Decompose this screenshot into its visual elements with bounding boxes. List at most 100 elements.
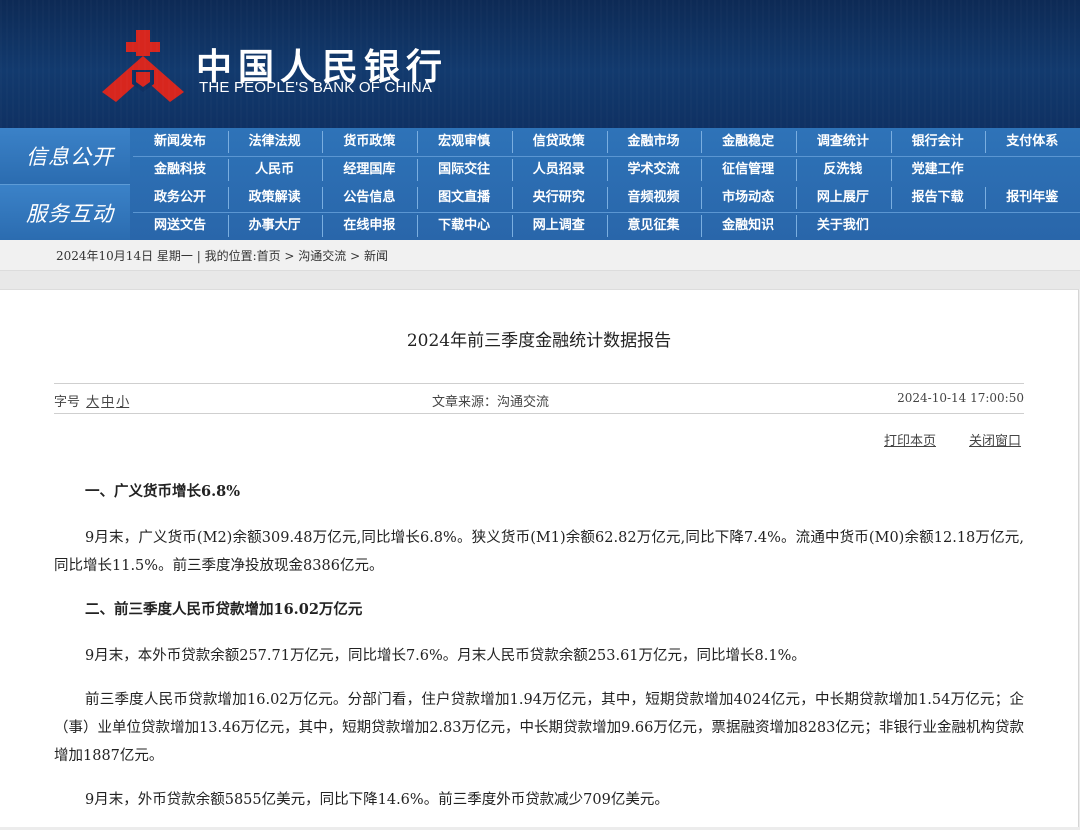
nav-separator — [606, 215, 608, 237]
nav-separator — [417, 215, 419, 237]
nav-separator — [417, 187, 419, 209]
divider — [54, 383, 1024, 384]
divider — [54, 413, 1024, 414]
bank-name-en: THE PEOPLE'S BANK OF CHINA — [199, 79, 433, 96]
nav-separator — [227, 215, 229, 237]
nav-item[interactable]: 金融知识 — [701, 213, 795, 239]
article-paragraph: 前三季度人民币贷款增加16.02万亿元。分部门看，住户贷款增加1.94万亿元，其… — [54, 692, 1024, 764]
nav-separator — [322, 131, 324, 153]
nav-grid: 新闻发布 法律法规 货币政策 宏观审慎 信贷政策 金融市场 金融稳定 调查统计 银行会计 支付体系… — [133, 128, 1080, 240]
nav-item[interactable]: 公告信息 — [322, 185, 416, 211]
nav-row-divider — [133, 212, 1080, 213]
bank-name-cn: 中国人民银行 — [196, 46, 449, 88]
nav-item[interactable]: 市场动态 — [701, 185, 795, 211]
spacer — [0, 271, 1080, 289]
nav-item[interactable]: 法律法规 — [228, 129, 322, 155]
nav-separator — [606, 187, 608, 209]
nav-item[interactable]: 国际交往 — [417, 157, 511, 183]
nav-item[interactable]: 人民币 — [228, 157, 322, 183]
nav-item[interactable]: 金融科技 — [133, 157, 227, 183]
nav-separator — [511, 187, 513, 209]
section-heading: 一、广义货币增长6.8% — [85, 483, 241, 500]
nav-separator — [511, 215, 513, 237]
nav-separator — [227, 159, 229, 181]
nav-item[interactable]: 网上展厅 — [796, 185, 890, 211]
nav-separator — [417, 159, 419, 181]
nav-separator — [890, 131, 892, 153]
nav-item[interactable]: 网上调查 — [512, 213, 606, 239]
font-size-label: 字号 — [54, 395, 81, 410]
close-window-link[interactable]: 关闭窗口 — [969, 430, 1021, 449]
nav-row-divider — [133, 156, 1080, 157]
nav-item[interactable]: 政策解读 — [228, 185, 322, 211]
article-paragraph: 9月末，广义货币(M2)余额309.48万亿元,同比增长6.8%。狭义货币(M1… — [54, 530, 1024, 574]
nav-item[interactable]: 经理国库 — [322, 157, 416, 183]
nav-separator — [985, 187, 987, 209]
nav-item[interactable]: 图文直播 — [417, 185, 511, 211]
nav-separator — [795, 159, 797, 181]
nav-separator — [701, 187, 703, 209]
nav-separator — [701, 159, 703, 181]
nav-item[interactable]: 金融市场 — [607, 129, 701, 155]
nav-separator — [985, 131, 987, 153]
nav-item[interactable]: 调查统计 — [796, 129, 890, 155]
nav-separator — [322, 215, 324, 237]
nav-item[interactable]: 宏观审慎 — [417, 129, 511, 155]
nav-item[interactable]: 金融稳定 — [701, 129, 795, 155]
nav-item[interactable]: 政务公开 — [133, 185, 227, 211]
nav-item[interactable]: 征信管理 — [701, 157, 795, 183]
article-date: 2024-10-14 17:00:50 — [897, 391, 1024, 405]
breadcrumb-text: 2024年10月14日 星期一 | 我的位置:首页 > 沟通交流 > 新闻 — [56, 249, 388, 263]
nav-item[interactable]: 人员招录 — [512, 157, 606, 183]
nav-item[interactable]: 央行研究 — [512, 185, 606, 211]
font-size-control: 字号 大中小 — [54, 391, 129, 410]
nav-item[interactable]: 学术交流 — [607, 157, 701, 183]
nav-separator — [511, 159, 513, 181]
nav-separator — [701, 131, 703, 153]
nav-group-service[interactable]: 服务互动 — [0, 184, 130, 240]
nav-item[interactable]: 意见征集 — [607, 213, 701, 239]
nav-separator — [795, 131, 797, 153]
nav-separator — [227, 131, 229, 153]
nav-separator — [606, 131, 608, 153]
nav-separator — [890, 159, 892, 181]
nav-separator — [511, 131, 513, 153]
nav-item[interactable]: 在线申报 — [322, 213, 416, 239]
pboc-logo-icon — [102, 30, 184, 102]
nav-item[interactable]: 网送文告 — [133, 213, 227, 239]
nav-separator — [795, 187, 797, 209]
font-size-large-link[interactable]: 大 — [86, 395, 99, 410]
nav-item[interactable]: 音频视频 — [607, 185, 701, 211]
breadcrumb: 2024年10月14日 星期一 | 我的位置:首页 > 沟通交流 > 新闻 — [0, 240, 1080, 271]
nav-separator — [227, 187, 229, 209]
nav-item[interactable]: 货币政策 — [322, 129, 416, 155]
nav-item[interactable]: 党建工作 — [891, 157, 985, 183]
print-page-link[interactable]: 打印本页 — [884, 430, 936, 449]
nav-item[interactable]: 支付体系 — [985, 129, 1079, 155]
nav-separator — [417, 131, 419, 153]
nav-item[interactable]: 报告下载 — [891, 185, 985, 211]
nav-item[interactable]: 关于我们 — [796, 213, 890, 239]
main-navigation: 信息公开 服务互动 新闻发布 法律法规 货币政策 宏观审慎 信贷政策 金融市场 金融稳定 调查… — [0, 128, 1080, 240]
nav-separator — [322, 187, 324, 209]
nav-item[interactable]: 办事大厅 — [228, 213, 322, 239]
nav-item[interactable]: 银行会计 — [891, 129, 985, 155]
article-paragraph: 9月末，外币贷款余额5855亿美元，同比下降14.6%。前三季度外币贷款减少70… — [85, 792, 669, 808]
nav-item[interactable]: 信贷政策 — [512, 129, 606, 155]
nav-separator — [890, 187, 892, 209]
article-panel: 2024年前三季度金融统计数据报告 字号 大中小 文章来源：沟通交流 2024-… — [0, 289, 1079, 827]
font-size-medium-link[interactable]: 中 — [101, 395, 114, 410]
section-heading: 二、前三季度人民币贷款增加16.02万亿元 — [85, 601, 363, 618]
nav-item[interactable]: 报刊年鉴 — [985, 185, 1079, 211]
article-source: 文章来源：沟通交流 — [432, 395, 550, 410]
article-body: 一、广义货币增长6.8% 9月末，广义货币(M2)余额309.48万亿元,同比增… — [54, 478, 1024, 830]
nav-item[interactable]: 下载中心 — [417, 213, 511, 239]
nav-separator — [701, 215, 703, 237]
nav-group-info[interactable]: 信息公开 — [0, 128, 130, 184]
nav-item[interactable]: 新闻发布 — [133, 129, 227, 155]
nav-separator — [795, 215, 797, 237]
site-header: 中国人民银行 THE PEOPLE'S BANK OF CHINA — [0, 0, 1080, 128]
font-size-small-link[interactable]: 小 — [116, 395, 129, 410]
nav-separator — [322, 159, 324, 181]
nav-item[interactable]: 反洗钱 — [796, 157, 890, 183]
